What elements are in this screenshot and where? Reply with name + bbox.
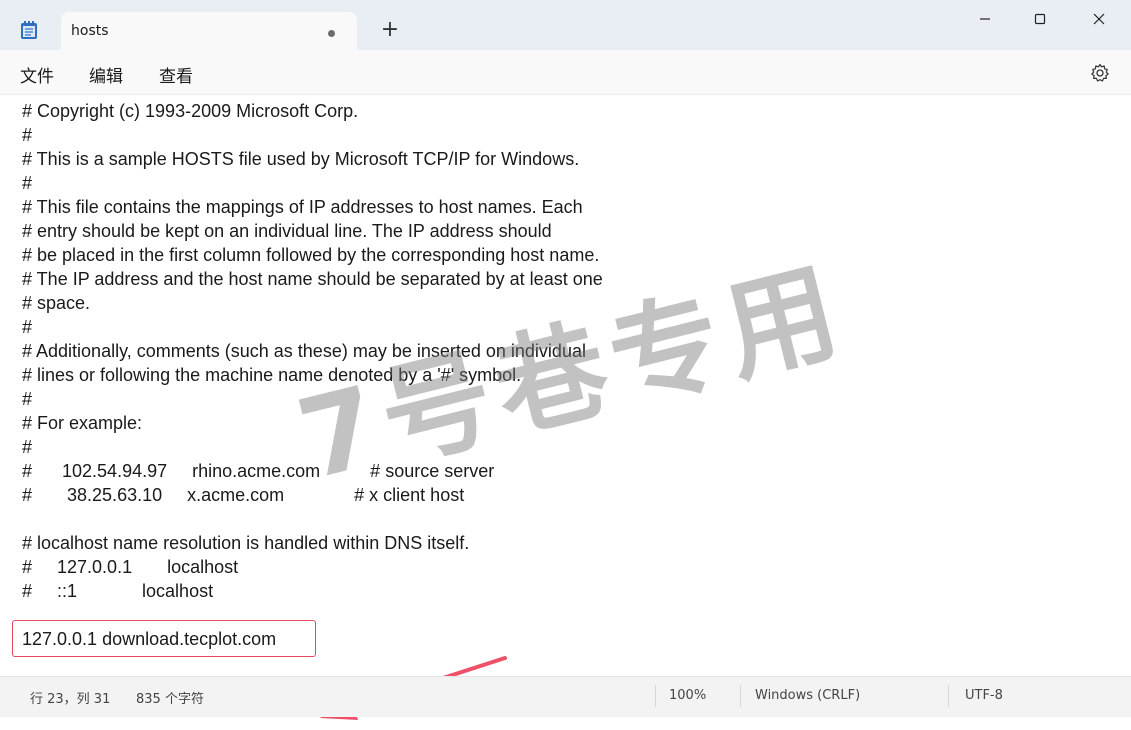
text-line: # — [22, 125, 33, 145]
menu-view[interactable]: 查看 — [159, 62, 193, 87]
menu-bar: 文件 编辑 查看 — [0, 50, 1131, 95]
maximize-icon — [1034, 13, 1046, 25]
text-line: # This file contains the mappings of IP … — [22, 197, 583, 217]
character-count: 835 个字符 — [136, 692, 204, 707]
minimize-button[interactable] — [962, 0, 1008, 38]
text-line: # The IP address and the host name shoul… — [22, 269, 603, 289]
text-line: # — [22, 389, 33, 409]
text-line: # — [22, 437, 33, 457]
settings-gear-icon[interactable] — [1090, 63, 1110, 83]
status-separator — [948, 685, 949, 707]
minimize-icon — [980, 18, 990, 20]
status-separator — [740, 685, 741, 707]
menu-edit[interactable]: 编辑 — [89, 62, 123, 87]
text-line: # 127.0.0.1 localhost — [22, 557, 239, 577]
text-line: # For example: — [22, 413, 143, 433]
tab-title: hosts — [71, 23, 109, 39]
text-line: # be placed in the first column followed… — [22, 245, 600, 265]
text-line: # — [22, 317, 33, 337]
text-line: # localhost name resolution is handled w… — [22, 533, 470, 553]
line-ending[interactable]: Windows (CRLF) — [755, 688, 860, 703]
zoom-level[interactable]: 100% — [669, 688, 706, 703]
text-line: # entry should be kept on an individual … — [22, 221, 552, 241]
new-tab-plus-icon[interactable]: + — [378, 18, 402, 42]
highlight-box — [12, 620, 316, 657]
encoding[interactable]: UTF-8 — [965, 688, 1003, 703]
text-line: # — [22, 173, 33, 193]
title-bar: hosts + — [0, 0, 1131, 50]
cursor-position: 行 23，列 31 — [30, 692, 111, 707]
status-separator — [655, 685, 656, 707]
maximize-button[interactable] — [1017, 0, 1063, 38]
text-line: # space. — [22, 293, 91, 313]
close-icon — [1093, 13, 1105, 25]
text-line: # This is a sample HOSTS file used by Mi… — [22, 149, 580, 169]
close-button[interactable] — [1076, 0, 1122, 38]
status-bar: 行 23，列 31 835 个字符 100% Windows (CRLF) UT… — [0, 676, 1131, 717]
tab-hosts[interactable]: hosts — [61, 12, 357, 50]
notepad-icon — [21, 21, 37, 39]
menu-file[interactable]: 文件 — [20, 62, 54, 87]
text-line: # Copyright (c) 1993-2009 Microsoft Corp… — [22, 101, 359, 121]
unsaved-dot-icon[interactable] — [328, 30, 335, 37]
text-editor[interactable]: # Copyright (c) 1993-2009 Microsoft Corp… — [0, 95, 1131, 720]
text-line: # ::1 localhost — [22, 581, 214, 601]
